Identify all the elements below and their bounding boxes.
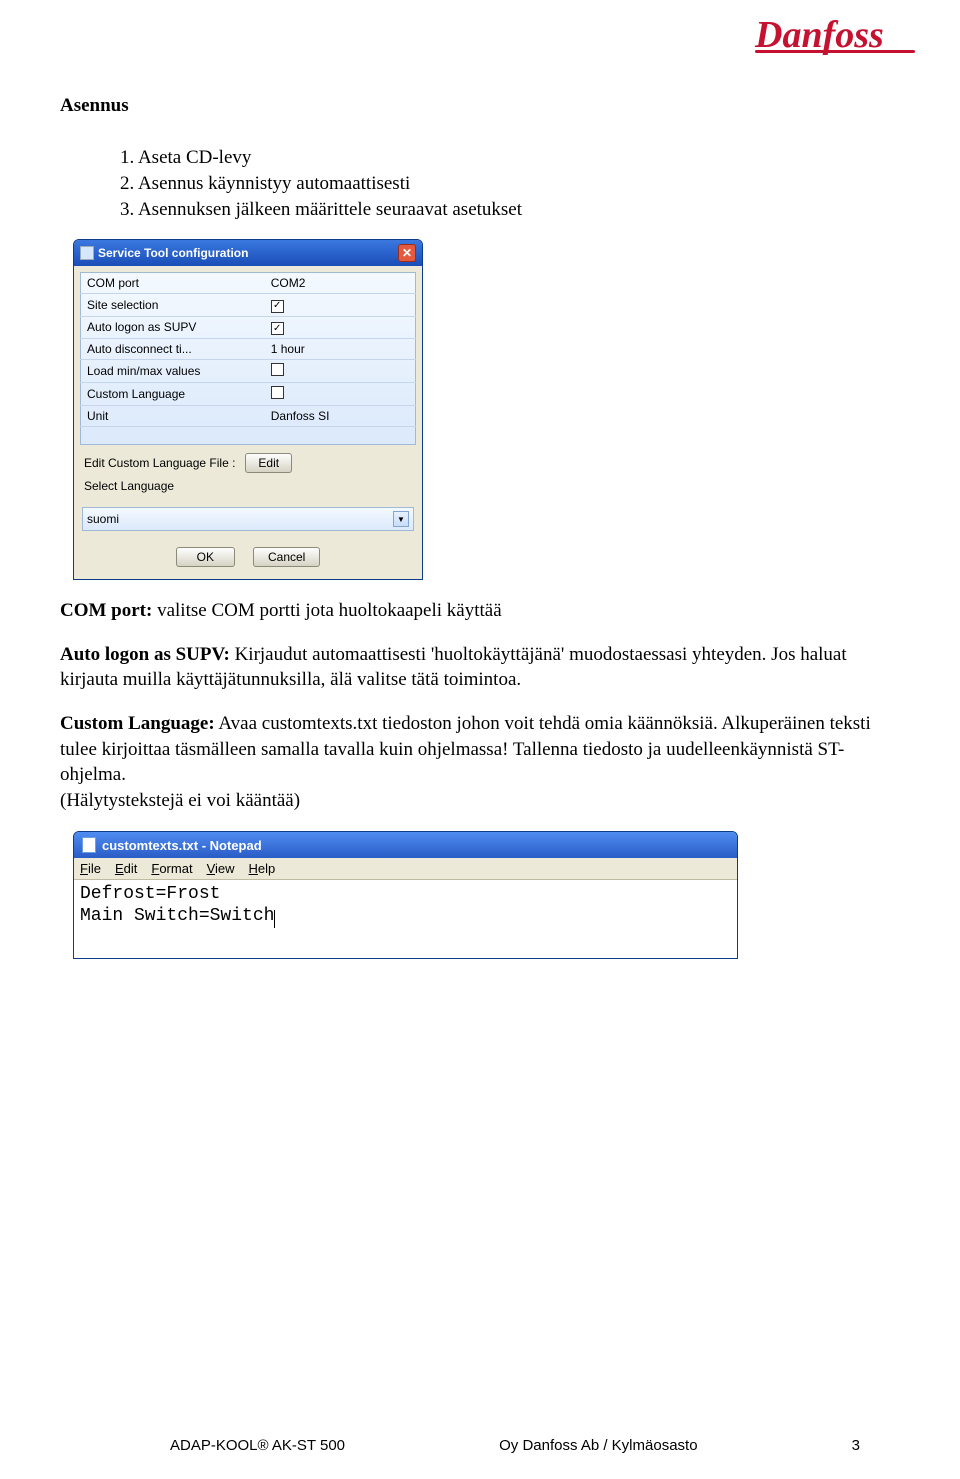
table-row: Load min/max values [81, 360, 416, 383]
select-language-label: Select Language [74, 477, 422, 497]
cancel-button[interactable]: Cancel [253, 547, 320, 567]
logo-text: Danfoss [755, 14, 884, 56]
window-titlebar[interactable]: Service Tool configuration ✕ [74, 240, 422, 266]
footer-left: ADAP-KOOL® AK-ST 500 [170, 1437, 345, 1454]
window-title: Service Tool configuration [98, 246, 248, 260]
footer-center: Oy Danfoss Ab / Kylmäosasto [499, 1437, 697, 1454]
table-row: Site selection✓ [81, 294, 416, 317]
close-icon[interactable]: ✕ [398, 244, 416, 262]
table-row: Auto disconnect ti...1 hour [81, 339, 416, 360]
list-item: 3. Asennuksen jälkeen määrittele seuraav… [120, 199, 915, 221]
table-row: Auto logon as SUPV✓ [81, 316, 416, 339]
service-tool-config-window: Service Tool configuration ✕ COM portCOM… [73, 239, 423, 580]
list-item: 2. Asennus käynnistyy automaattisesti [120, 173, 915, 195]
notepad-titlebar[interactable]: customtexts.txt - Notepad [74, 832, 737, 858]
page-title: Asennus [60, 95, 915, 117]
menu-help[interactable]: Help [249, 861, 276, 876]
menu-edit[interactable]: Edit [115, 861, 137, 876]
notepad-icon [82, 837, 96, 853]
combobox-value: suomi [87, 512, 119, 526]
notepad-title: customtexts.txt - Notepad [102, 838, 262, 853]
edit-button[interactable]: Edit [245, 453, 292, 473]
supv-label: Auto logon as SUPV: [60, 644, 230, 665]
checkbox-icon [271, 363, 284, 376]
footer-page-number: 3 [852, 1437, 860, 1454]
table-row: Custom Language [81, 383, 416, 406]
table-row [81, 427, 416, 445]
ok-button[interactable]: OK [176, 547, 235, 567]
checkbox-icon: ✓ [271, 322, 284, 335]
com-port-label: COM port: [60, 600, 152, 621]
table-row: COM portCOM2 [81, 273, 416, 294]
edit-language-label: Edit Custom Language File : [84, 456, 235, 470]
edit-language-row: Edit Custom Language File : Edit [74, 445, 422, 477]
notepad-window: customtexts.txt - Notepad File Edit Form… [73, 831, 738, 958]
brand-logo: Danfoss [755, 20, 915, 53]
menu-view[interactable]: View [207, 861, 235, 876]
menu-file[interactable]: File [80, 861, 101, 876]
text-cursor [274, 910, 275, 928]
body-text: COM port: valitse COM portti jota huolto… [60, 598, 900, 813]
alarm-note: (Hälytystekstejä ei voi kääntää) [60, 790, 300, 811]
table-row: UnitDanfoss SI [81, 406, 416, 427]
config-table: COM portCOM2 Site selection✓ Auto logon … [80, 272, 416, 445]
list-item: 1. Aseta CD-levy [120, 147, 915, 169]
language-combobox[interactable]: suomi ▼ [82, 507, 414, 531]
menu-format[interactable]: Format [151, 861, 192, 876]
install-steps-list: 1. Aseta CD-levy 2. Asennus käynnistyy a… [120, 147, 915, 221]
page-footer: ADAP-KOOL® AK-ST 500 Oy Danfoss Ab / Kyl… [0, 1437, 960, 1454]
checkbox-icon [271, 386, 284, 399]
custom-language-label: Custom Language: [60, 713, 215, 734]
window-icon [80, 246, 94, 260]
checkbox-icon: ✓ [271, 300, 284, 313]
chevron-down-icon[interactable]: ▼ [393, 511, 409, 527]
notepad-menubar: File Edit Format View Help [74, 858, 737, 880]
notepad-textarea[interactable]: Defrost=Frost Main Switch=Switch [74, 880, 737, 957]
com-port-text: valitse COM portti jota huoltokaapeli kä… [152, 600, 501, 621]
